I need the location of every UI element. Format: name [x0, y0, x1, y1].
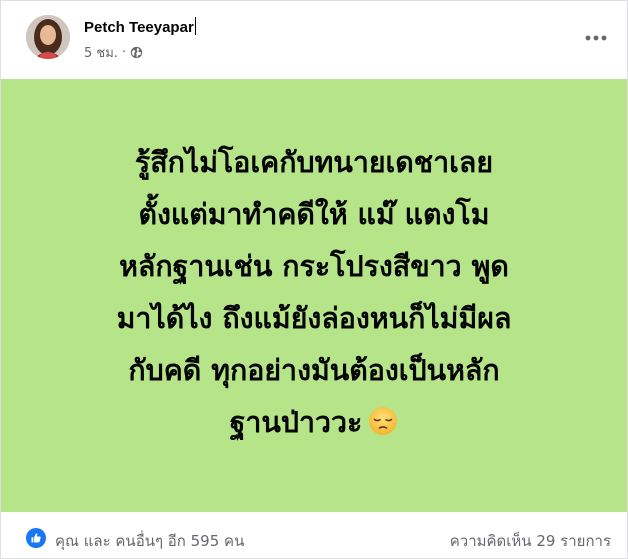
- text-cursor: [194, 17, 196, 35]
- post-text: รู้สึกไม่โอเคกับทนายเดชาเลย ตั้งแต่มาทำค…: [34, 137, 594, 449]
- post-text-line: ตั้งแต่มาทำคดีให้ แม๊ แตงโม: [138, 197, 490, 231]
- post-text-line: หลักฐานเช่น กระโปรงสีขาว พูด: [119, 249, 509, 283]
- meta-separator: ·: [121, 45, 127, 60]
- comments-count[interactable]: ความคิดเห็น 29 รายการ: [450, 529, 611, 553]
- author-avatar[interactable]: [26, 15, 70, 59]
- post-meta: 5 ชม. ·: [84, 42, 143, 63]
- colored-background-post: รู้สึกไม่โอเคกับทนายเดชาเลย ตั้งแต่มาทำค…: [1, 79, 627, 512]
- post-text-line-last: ฐานป่าววะ: [34, 397, 594, 449]
- more-options-icon: [585, 35, 607, 41]
- author-name[interactable]: Petch Teeyapar: [84, 17, 196, 36]
- more-options-button[interactable]: [583, 25, 609, 51]
- post-card: Petch Teeyapar 5 ชม. · รู้สึกไม่โอเคกับท…: [0, 0, 628, 559]
- reactions-summary[interactable]: คุณ และ คนอื่นๆ อีก 595 คน: [55, 529, 244, 553]
- pensive-face-emoji-icon: [368, 401, 398, 435]
- post-timestamp[interactable]: 5 ชม.: [84, 42, 118, 63]
- post-text-line: กับคดี ทุกอย่างมันต้องเป็นหลัก: [128, 353, 500, 387]
- post-text-line: มาได้ไง ถึงแม้ยังล่องหนก็ไม่มีผล: [116, 301, 512, 335]
- avatar-image: [26, 15, 70, 59]
- like-icon[interactable]: [26, 528, 46, 548]
- post-footer: คุณ และ คนอื่นๆ อีก 595 คน ความคิดเห็น 2…: [1, 512, 627, 558]
- globe-icon[interactable]: [130, 46, 143, 59]
- post-text-line: รู้สึกไม่โอเคกับทนายเดชาเลย: [134, 145, 494, 179]
- author-name-text[interactable]: Petch Teeyapar: [84, 19, 194, 36]
- post-text-line: ฐานป่าววะ: [229, 405, 363, 439]
- post-header: Petch Teeyapar 5 ชม. ·: [1, 1, 627, 79]
